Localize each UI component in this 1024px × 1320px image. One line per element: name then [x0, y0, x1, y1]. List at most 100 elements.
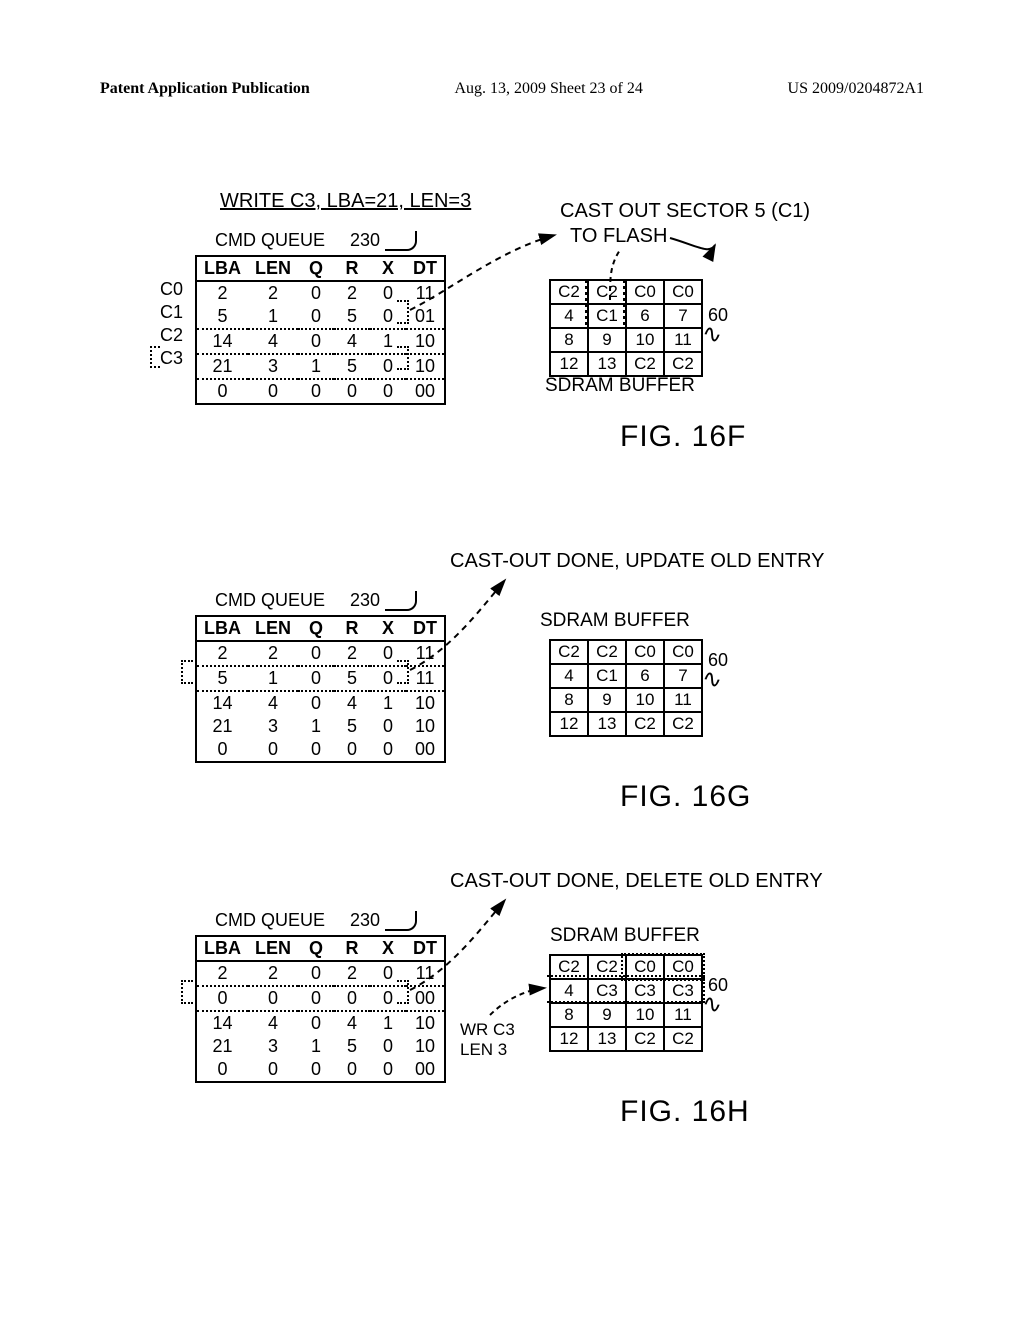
sdram-buffer-grid: C2 C2 C0 C0 4 C1 6 7 8 9 10 11 12 13 C2 …	[550, 280, 702, 376]
hook-icon	[385, 591, 417, 611]
cmd-queue-table: LBA LEN Q R X DT 2202011 5105011 1440411…	[195, 615, 446, 763]
ref-230: 230	[350, 590, 417, 611]
cell: 1	[298, 1035, 334, 1058]
cell: 0	[370, 1058, 406, 1081]
dotted-marker	[547, 975, 705, 1003]
cell: 2	[248, 961, 298, 986]
sdram-label: SDRAM BUFFER	[545, 375, 695, 397]
cell: 0	[370, 1035, 406, 1058]
cell: 0	[298, 961, 334, 986]
cell: 14	[197, 691, 248, 715]
op-title: WRITE C3, LBA=21, LEN=3	[220, 190, 471, 213]
cell: 2	[334, 961, 370, 986]
figure-label: FIG. 16G	[620, 780, 751, 814]
cell: 3	[248, 715, 298, 738]
ref-230: 230	[350, 910, 417, 931]
cell: 0	[248, 379, 298, 403]
sdram-label: SDRAM BUFFER	[550, 925, 700, 947]
cell: 0	[370, 715, 406, 738]
col-header: LEN	[248, 617, 298, 641]
cell: 01	[406, 305, 444, 329]
col-header: LBA	[197, 257, 248, 281]
cell: 0	[298, 738, 334, 761]
buf-cell: C2	[663, 351, 703, 377]
buf-cell: 9	[587, 1002, 627, 1028]
cell: 2	[197, 961, 248, 986]
cell: 1	[370, 691, 406, 715]
col-header: Q	[298, 617, 334, 641]
cell: 4	[248, 691, 298, 715]
col-header: R	[334, 937, 370, 961]
cell: 5	[334, 354, 370, 379]
cell: 4	[334, 329, 370, 354]
buf-cell: 9	[587, 687, 627, 713]
row-label: C0	[160, 278, 183, 301]
buf-cell: 12	[549, 351, 589, 377]
col-header: DT	[406, 937, 444, 961]
buf-cell: C2	[625, 1026, 665, 1052]
hook-icon	[385, 911, 417, 931]
col-header: X	[370, 257, 406, 281]
cmd-queue-label: CMD QUEUE	[215, 230, 325, 251]
cell: 1	[298, 715, 334, 738]
tilde-icon: ∿	[700, 663, 725, 695]
cell: 0	[334, 1058, 370, 1081]
buf-cell: 13	[587, 351, 627, 377]
cell: 0	[298, 1058, 334, 1081]
buf-cell: 4	[549, 663, 589, 689]
buf-cell: C1	[587, 303, 627, 329]
buf-cell: C2	[549, 279, 589, 305]
cell: 5	[334, 305, 370, 329]
dotted-marker	[397, 660, 409, 684]
dotted-marker	[397, 346, 409, 370]
buf-cell: 4	[549, 303, 589, 329]
cell: 3	[248, 1035, 298, 1058]
buf-cell: C2	[663, 1026, 703, 1052]
caption: CAST-OUT DONE, DELETE OLD ENTRY	[450, 870, 823, 893]
buf-cell: 13	[587, 711, 627, 737]
buf-cell: 12	[549, 711, 589, 737]
cell: 14	[197, 1011, 248, 1035]
cell: 0	[298, 281, 334, 305]
buf-cell: C2	[587, 279, 627, 305]
caption: CAST-OUT DONE, UPDATE OLD ENTRY	[450, 550, 825, 573]
buf-cell: 11	[663, 1002, 703, 1028]
cell: 4	[334, 691, 370, 715]
cell: 10	[406, 1035, 444, 1058]
cell: 0	[197, 1058, 248, 1081]
sdram-label: SDRAM BUFFER	[540, 610, 690, 632]
buf-cell: 11	[663, 687, 703, 713]
cell: 1	[248, 666, 298, 691]
cell: 0	[298, 641, 334, 666]
header-mid: Aug. 13, 2009 Sheet 23 of 24	[454, 80, 642, 98]
header-left: Patent Application Publication	[100, 80, 310, 98]
cell: 2	[248, 281, 298, 305]
buf-cell: C0	[625, 639, 665, 665]
row-label: C2	[160, 324, 183, 347]
cell: 0	[298, 666, 334, 691]
cell: 0	[334, 379, 370, 403]
figure-label: FIG. 16H	[620, 1095, 750, 1129]
cell: 5	[197, 305, 248, 329]
buf-cell: 7	[663, 663, 703, 689]
col-header: LBA	[197, 937, 248, 961]
col-header: R	[334, 617, 370, 641]
cell: 0	[248, 1058, 298, 1081]
cell: 11	[406, 666, 444, 691]
cell: 14	[197, 329, 248, 354]
cell: 0	[298, 691, 334, 715]
cell: 0	[334, 738, 370, 761]
cell: 5	[334, 666, 370, 691]
cell: 00	[406, 738, 444, 761]
sdram-buffer-grid: C2 C2 C0 C0 4 C1 6 7 8 9 10 11 12 13 C2 …	[550, 640, 702, 736]
cell: 10	[406, 354, 444, 379]
col-header: LEN	[248, 257, 298, 281]
cell: 11	[406, 281, 444, 305]
buf-cell: 8	[549, 687, 589, 713]
row-label: C1	[160, 301, 183, 324]
buf-cell: 10	[625, 687, 665, 713]
buf-cell: 6	[625, 303, 665, 329]
ref-230: 230	[350, 230, 417, 251]
cell: 0	[197, 379, 248, 403]
cell: 11	[406, 961, 444, 986]
